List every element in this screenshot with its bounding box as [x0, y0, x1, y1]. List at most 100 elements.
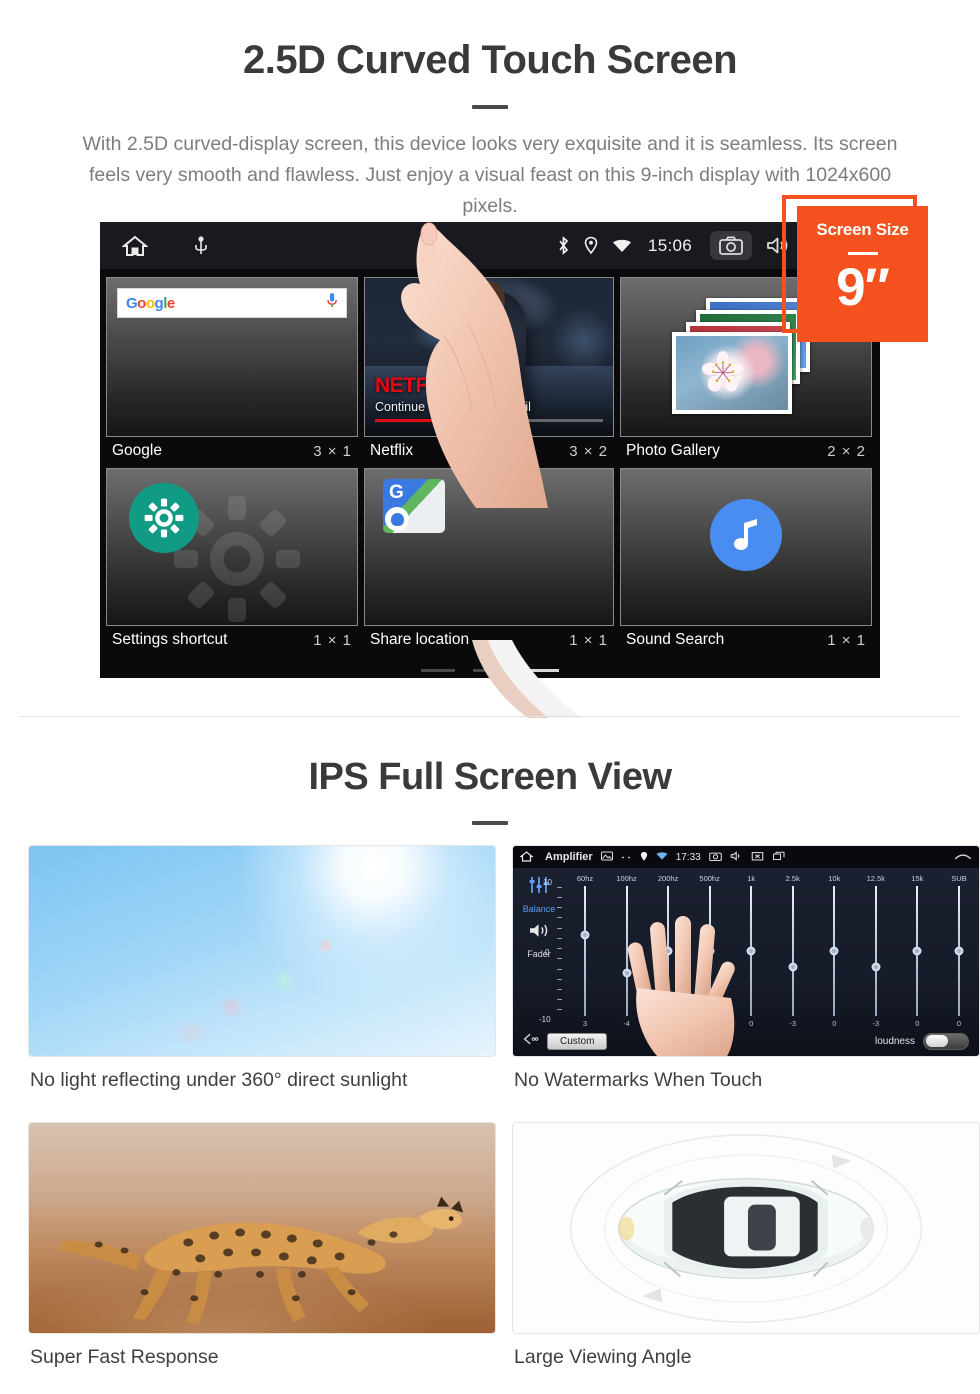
band-knob[interactable]: [871, 962, 881, 972]
section-two-divider: [472, 821, 508, 825]
band-slider[interactable]: [912, 886, 922, 1016]
widget-label: Share location: [370, 631, 470, 648]
mic-icon[interactable]: [326, 292, 338, 314]
band-knob[interactable]: [912, 946, 922, 956]
android-head-unit-screen: 15:06 Google Google 3 × 1 NETFLIX Contin…: [100, 222, 880, 678]
badge-title: Screen Size: [816, 220, 909, 239]
bluetooth-icon[interactable]: [557, 236, 570, 255]
screen-size-badge: Screen Size 9″: [797, 206, 928, 342]
scale-bottom-label: -10: [539, 1015, 551, 1024]
band-knob[interactable]: [580, 930, 590, 940]
widget-cell-sound-search[interactable]: Sound Search 1 × 1: [620, 468, 872, 651]
scale-mid-label: 0: [545, 948, 550, 958]
person-badge-icon: [385, 507, 409, 531]
widget-cell-share-location[interactable]: G Share location 1 × 1: [364, 468, 614, 651]
home-icon[interactable]: [519, 850, 534, 864]
equalizer-band[interactable]: 2.5k -3: [779, 874, 807, 1028]
widget-label: Google: [112, 442, 162, 459]
band-label: 200hz: [657, 874, 679, 883]
home-icon[interactable]: [122, 235, 148, 257]
band-label: SUB: [951, 874, 967, 883]
location-pin-icon[interactable]: [584, 236, 598, 255]
camera-icon[interactable]: [708, 851, 722, 863]
equalizer-band[interactable]: 10k 0: [820, 874, 848, 1028]
band-label: 500hz: [699, 874, 720, 883]
band-slider[interactable]: [871, 886, 881, 1016]
equalizer-band[interactable]: SUB 0: [945, 874, 973, 1028]
band-label: 100hz: [616, 874, 637, 883]
band-slider[interactable]: [580, 886, 590, 1016]
widget-meta-google: Google 3 × 1: [106, 437, 358, 462]
wifi-icon[interactable]: [656, 851, 668, 863]
loudness-toggle[interactable]: [923, 1032, 969, 1050]
close-box-icon[interactable]: [751, 851, 764, 863]
band-slider[interactable]: [829, 886, 839, 1016]
settings-shortcut-widget[interactable]: [106, 468, 358, 626]
google-search-widget[interactable]: Google: [106, 277, 358, 437]
volume-icon[interactable]: [730, 851, 743, 863]
band-slider[interactable]: [788, 886, 798, 1016]
preset-button[interactable]: Custom: [547, 1032, 608, 1050]
feature-card-viewing-angle: Large Viewing Angle: [512, 1122, 980, 1383]
share-location-widget[interactable]: G: [364, 468, 614, 626]
netflix-logo: NETFLIX: [375, 374, 460, 397]
gallery-icon[interactable]: [600, 851, 613, 863]
lens-flare-2: [271, 967, 298, 994]
netflix-subtitle: Continue Marvel's Daredevil: [375, 400, 531, 414]
title-divider: [472, 105, 508, 109]
widget-label: Netflix: [370, 442, 414, 459]
status-clock: 15:06: [647, 235, 692, 255]
equalizer-scale: 10 0 -10: [539, 878, 567, 1024]
widget-cell-settings[interactable]: Settings shortcut 1 × 1: [106, 468, 358, 651]
band-knob[interactable]: [954, 946, 964, 956]
equalizer-footer: Custom loudness: [513, 1026, 979, 1056]
cherry-blossom-icon: [701, 350, 745, 392]
netflix-widget[interactable]: NETFLIX Continue Marvel's Daredevil: [364, 277, 614, 437]
camera-icon[interactable]: [710, 231, 752, 260]
netflix-character-head: [472, 281, 506, 319]
equalizer-band[interactable]: 15k 0: [903, 874, 931, 1028]
widget-cell-google[interactable]: Google Google 3 × 1: [106, 277, 358, 462]
play-icon[interactable]: [468, 320, 510, 363]
badge-value: 9″: [836, 258, 890, 317]
preset-prev-icon[interactable]: [523, 1032, 539, 1050]
page-title: 2.5D Curved Touch Screen: [242, 38, 738, 82]
car-top-view-illustration: [512, 1122, 980, 1334]
car-top-view-svg: [569, 1134, 923, 1323]
gear-icon[interactable]: [129, 483, 199, 553]
scale-top-label: 10: [543, 878, 552, 887]
card-caption: Large Viewing Angle: [514, 1346, 692, 1368]
amplifier-clock: 17:33: [675, 851, 701, 863]
more-icon[interactable]: [621, 852, 632, 862]
band-label: 2.5k: [785, 874, 800, 883]
band-label: 60hz: [576, 874, 594, 883]
sky-gradient: [29, 846, 495, 1056]
band-label: 10k: [828, 874, 841, 883]
recents-icon[interactable]: [772, 851, 786, 863]
maps-share-location-icon[interactable]: G: [383, 479, 445, 533]
band-slider[interactable]: [746, 886, 756, 1016]
usb-icon[interactable]: [194, 235, 208, 256]
page-dot-1[interactable]: [421, 669, 455, 672]
equalizer-band[interactable]: 60hz 3: [571, 874, 599, 1028]
badge-divider: [847, 252, 878, 255]
band-knob[interactable]: [829, 946, 839, 956]
feature-card-no-watermarks: Amplifier 17:33 Balance Fader 10 0 -10 6…: [512, 845, 980, 1106]
location-pin-icon[interactable]: [640, 851, 648, 864]
band-slider[interactable]: [954, 886, 964, 1016]
back-icon[interactable]: [954, 851, 972, 863]
search-input[interactable]: Google: [117, 288, 347, 318]
band-knob[interactable]: [788, 962, 798, 972]
widget-picker-grid: Google Google 3 × 1 NETFLIX Continue Mar…: [100, 269, 880, 678]
music-note-icon[interactable]: [710, 498, 782, 571]
curved-touch-screen-section: 2.5D Curved Touch Screen With 2.5D curve…: [0, 0, 980, 718]
sound-search-widget[interactable]: [620, 468, 872, 626]
equalizer-band[interactable]: 12.5k -3: [862, 874, 890, 1028]
widget-size: 3 × 1: [313, 442, 352, 460]
feature-card-sunlight: No light reflecting under 360° direct su…: [28, 845, 496, 1106]
loudness-control[interactable]: loudness: [875, 1032, 969, 1050]
widget-cell-netflix[interactable]: NETFLIX Continue Marvel's Daredevil Netf…: [364, 277, 614, 462]
band-knob[interactable]: [746, 946, 756, 956]
wifi-icon[interactable]: [612, 238, 632, 254]
amplifier-equalizer-screen: Amplifier 17:33 Balance Fader 10 0 -10 6…: [512, 845, 980, 1057]
